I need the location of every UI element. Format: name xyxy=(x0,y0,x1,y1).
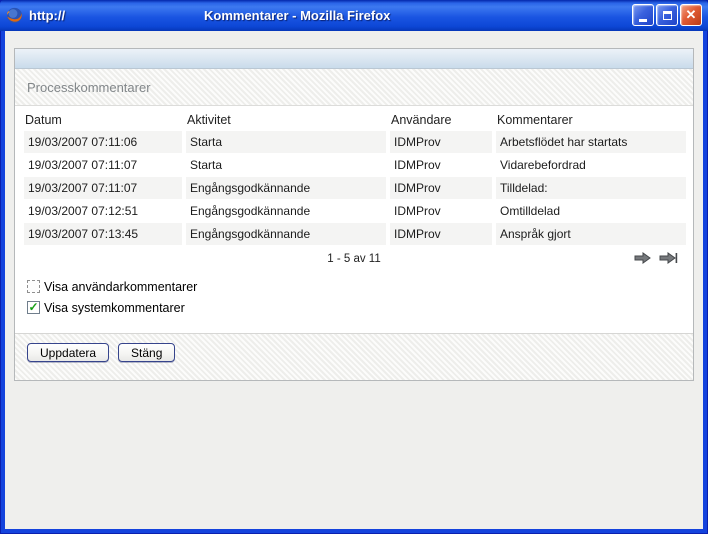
table-row: 19/03/2007 07:12:51EngångsgodkännandeIDM… xyxy=(24,200,686,222)
table-cell: Starta xyxy=(186,131,386,153)
table-cell: IDMProv xyxy=(390,154,492,176)
panel-footer: Uppdatera Stäng xyxy=(15,333,693,380)
panel-content: Datum Aktivitet Användare Kommentarer 19… xyxy=(15,106,693,333)
firefox-icon xyxy=(6,7,23,24)
column-header-kommentarer: Kommentarer xyxy=(496,109,686,130)
checkbox-row-user-comments: Visa användarkommentarer xyxy=(27,276,688,297)
pagination-label: 1 - 5 av 11 xyxy=(327,253,381,265)
table-cell: 19/03/2007 07:11:07 xyxy=(24,177,182,199)
panel-header-bar xyxy=(15,49,693,69)
table-cell: 19/03/2007 07:11:07 xyxy=(24,154,182,176)
table-header-row: Datum Aktivitet Användare Kommentarer xyxy=(24,109,686,130)
table-cell: IDMProv xyxy=(390,200,492,222)
next-page-icon[interactable] xyxy=(634,252,651,264)
table-cell: Arbetsflödet har startats xyxy=(496,131,686,153)
table-cell: IDMProv xyxy=(390,177,492,199)
table-cell: Omtilldelad xyxy=(496,200,686,222)
checkbox-system-comments[interactable]: ✓ xyxy=(27,301,40,314)
table-row: 19/03/2007 07:11:07StartaIDMProvVidarebe… xyxy=(24,154,686,176)
table-cell: Anspråk gjort xyxy=(496,223,686,245)
table-cell: Vidarebefordrad xyxy=(496,154,686,176)
table-row: 19/03/2007 07:11:07EngångsgodkännandeIDM… xyxy=(24,177,686,199)
checkbox-user-comments[interactable] xyxy=(27,280,40,293)
maximize-icon xyxy=(663,11,672,20)
table-cell: 19/03/2007 07:12:51 xyxy=(24,200,182,222)
checkbox-group: Visa användarkommentarer ✓ Visa systemko… xyxy=(27,276,688,318)
table-row: 19/03/2007 07:13:45EngångsgodkännandeIDM… xyxy=(24,223,686,245)
maximize-button[interactable] xyxy=(656,4,678,26)
title-bar[interactable]: http:// Kommentarer - Mozilla Firefox ✕ xyxy=(0,0,708,31)
minimize-icon xyxy=(639,19,647,22)
table-cell: Tilldelad: xyxy=(496,177,686,199)
update-button[interactable]: Uppdatera xyxy=(27,343,109,362)
table-cell: Engångsgodkännande xyxy=(186,200,386,222)
table-cell: IDMProv xyxy=(390,223,492,245)
table-cell: 19/03/2007 07:11:06 xyxy=(24,131,182,153)
close-button[interactable]: Stäng xyxy=(118,343,175,362)
close-icon: ✕ xyxy=(686,7,697,23)
checkbox-row-system-comments: ✓ Visa systemkommentarer xyxy=(27,297,688,318)
table-cell: 19/03/2007 07:13:45 xyxy=(24,223,182,245)
close-window-button[interactable]: ✕ xyxy=(680,4,702,26)
column-header-datum: Datum xyxy=(24,109,182,130)
table-cell: Starta xyxy=(186,154,386,176)
column-header-aktivitet: Aktivitet xyxy=(186,109,386,130)
table-cell: Engångsgodkännande xyxy=(186,223,386,245)
pagination-bar: 1 - 5 av 11 xyxy=(20,246,688,272)
column-header-anvandare: Användare xyxy=(390,109,492,130)
checkbox-user-comments-label: Visa användarkommentarer xyxy=(44,280,197,294)
url-text: http:// xyxy=(29,8,65,23)
section-title: Processkommentarer xyxy=(15,69,693,106)
minimize-button[interactable] xyxy=(632,4,654,26)
comments-table: Datum Aktivitet Användare Kommentarer 19… xyxy=(20,108,690,246)
last-page-icon[interactable] xyxy=(659,252,678,264)
table-cell: IDMProv xyxy=(390,131,492,153)
table-row: 19/03/2007 07:11:06StartaIDMProvArbetsfl… xyxy=(24,131,686,153)
page-background: Processkommentarer Datum Aktivitet Använ… xyxy=(5,31,703,529)
comments-panel: Processkommentarer Datum Aktivitet Använ… xyxy=(14,48,694,381)
checkbox-system-comments-label: Visa systemkommentarer xyxy=(44,301,185,315)
window-title: Kommentarer - Mozilla Firefox xyxy=(204,0,390,31)
table-cell: Engångsgodkännande xyxy=(186,177,386,199)
browser-window: http:// Kommentarer - Mozilla Firefox ✕ … xyxy=(0,0,708,534)
